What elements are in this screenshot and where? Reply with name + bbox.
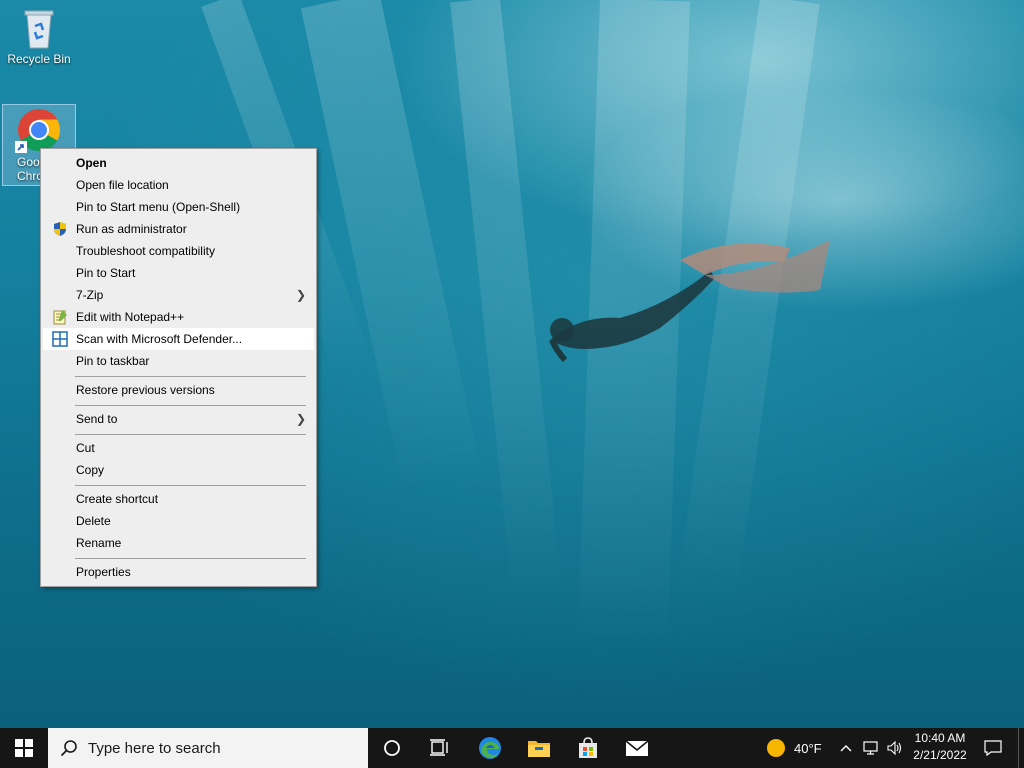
store-button[interactable]: [564, 728, 612, 768]
menu-item-troubleshoot-compatibility[interactable]: Troubleshoot compatibility: [43, 240, 314, 262]
show-hidden-icons-button[interactable]: [836, 728, 856, 768]
desktop-icon-label: Recycle Bin: [7, 52, 71, 66]
start-button[interactable]: [0, 728, 48, 768]
menu-item-label: Edit with Notepad++: [76, 310, 185, 324]
task-view-button[interactable]: [416, 728, 464, 768]
clock-time: 10:40 AM: [914, 731, 966, 745]
menu-item-open-file-location[interactable]: Open file location: [43, 174, 314, 196]
chevron-up-icon: [840, 745, 852, 752]
defender-icon: [52, 331, 68, 347]
menu-item-label: Copy: [76, 463, 105, 477]
menu-item-delete[interactable]: Delete: [43, 510, 314, 532]
taskbar-search-box[interactable]: [48, 728, 368, 768]
menu-item-send-to[interactable]: Send to ❯: [43, 408, 314, 430]
menu-item-cut[interactable]: Cut: [43, 437, 314, 459]
menu-item-restore-previous-versions[interactable]: Restore previous versions: [43, 379, 314, 401]
menu-item-scan-with-microsoft-defender[interactable]: Scan with Microsoft Defender...: [43, 328, 314, 350]
menu-item-pin-to-start[interactable]: Pin to Start: [43, 262, 314, 284]
menu-item-label: Restore previous versions: [76, 383, 215, 397]
menu-item-pin-to-start-menu-open-shell[interactable]: Pin to Start menu (Open-Shell): [43, 196, 314, 218]
chevron-right-icon: ❯: [295, 288, 306, 302]
menu-separator: [75, 405, 306, 406]
show-desktop-button[interactable]: [1018, 728, 1024, 768]
menu-item-7-zip[interactable]: 7-Zip ❯: [43, 284, 314, 306]
search-icon: [60, 740, 77, 757]
menu-item-label: Open: [76, 156, 107, 170]
menu-item-label: Pin to taskbar: [76, 354, 150, 368]
cortana-icon: [384, 740, 400, 756]
task-view-icon: [430, 739, 448, 756]
menu-item-label: Scan with Microsoft Defender...: [76, 332, 243, 346]
menu-item-label: Properties: [76, 565, 131, 579]
menu-separator: [75, 558, 306, 559]
network-button[interactable]: [860, 728, 882, 768]
cortana-button[interactable]: [368, 728, 416, 768]
menu-item-label: Run as administrator: [76, 222, 187, 236]
menu-item-label: Rename: [76, 536, 122, 550]
menu-item-label: Troubleshoot compatibility: [76, 244, 215, 258]
volume-button[interactable]: [884, 728, 906, 768]
menu-item-label: Pin to Start: [76, 266, 136, 280]
mail-button[interactable]: [613, 728, 661, 768]
shortcut-arrow-icon: [15, 141, 27, 153]
volume-icon: [887, 741, 902, 755]
menu-item-label: Cut: [76, 441, 95, 455]
notification-center-button[interactable]: [978, 728, 1008, 768]
sun-icon: [767, 739, 785, 757]
recycle-bin-icon: [24, 10, 54, 49]
menu-item-label: Open file location: [76, 178, 169, 192]
menu-separator: [75, 434, 306, 435]
store-icon: [579, 737, 597, 758]
context-menu: Open Open file location Pin to Start men…: [40, 148, 317, 587]
menu-item-rename[interactable]: Rename: [43, 532, 314, 554]
menu-item-open[interactable]: Open: [43, 152, 314, 174]
menu-item-label: Pin to Start menu (Open-Shell): [76, 200, 241, 214]
taskbar-clock[interactable]: 10:40 AM 2/21/2022: [904, 730, 976, 766]
file-explorer-icon: [528, 741, 550, 757]
desktop-icon-recycle-bin[interactable]: Recycle Bin: [6, 6, 72, 66]
menu-item-properties[interactable]: Properties: [43, 561, 314, 583]
chevron-right-icon: ❯: [295, 412, 306, 426]
menu-item-label: 7-Zip: [76, 288, 104, 302]
file-explorer-button[interactable]: [515, 728, 563, 768]
clock-date: 2/21/2022: [913, 748, 967, 762]
search-input[interactable]: [88, 728, 358, 768]
diver-image: [549, 240, 830, 363]
menu-item-edit-with-notepad-plus-plus[interactable]: Edit with Notepad++: [43, 306, 314, 328]
network-icon: [863, 741, 878, 755]
windows-logo-icon: [15, 739, 33, 757]
taskbar: 40°F 10:40 AM 2/21/2022: [0, 728, 1024, 768]
weather-widget[interactable]: 40°F: [760, 728, 830, 768]
uac-shield-icon: [54, 222, 66, 236]
weather-temperature: 40°F: [794, 740, 822, 756]
edge-icon: [479, 737, 501, 759]
menu-separator: [75, 485, 306, 486]
menu-separator: [75, 376, 306, 377]
mail-icon: [625, 740, 649, 756]
menu-item-create-shortcut[interactable]: Create shortcut: [43, 488, 314, 510]
notification-icon: [984, 740, 1002, 756]
menu-item-copy[interactable]: Copy: [43, 459, 314, 481]
menu-item-label: Delete: [76, 514, 111, 528]
menu-item-pin-to-taskbar[interactable]: Pin to taskbar: [43, 350, 314, 372]
menu-item-label: Send to: [76, 412, 118, 426]
edge-button[interactable]: [466, 728, 514, 768]
notepadpp-icon: [53, 310, 67, 325]
menu-item-run-as-administrator[interactable]: Run as administrator: [43, 218, 314, 240]
menu-item-label: Create shortcut: [76, 492, 159, 506]
